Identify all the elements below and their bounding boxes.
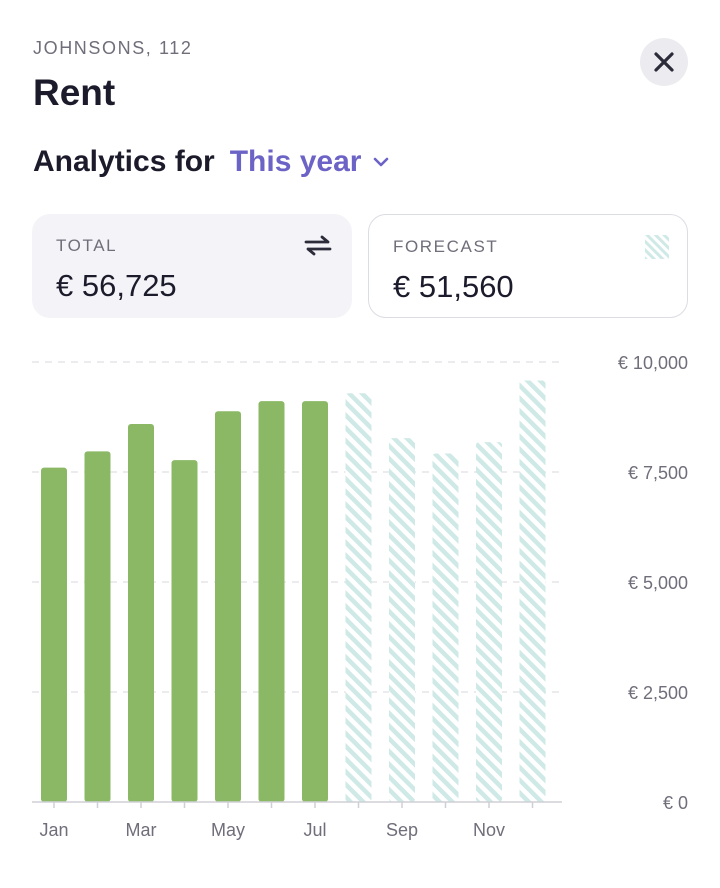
hatched-square-icon	[645, 235, 669, 259]
period-value: This year	[229, 145, 362, 178]
forecast-label: FORECAST	[393, 237, 499, 256]
forecast-bar	[389, 438, 415, 802]
actual-bar	[41, 467, 67, 802]
forecast-bar	[476, 442, 502, 802]
forecast-bar	[345, 393, 372, 802]
forecast-card[interactable]: FORECAST € 51,560	[368, 214, 688, 318]
analytics-heading: Analytics for This year	[33, 145, 389, 179]
close-icon	[654, 52, 674, 72]
page-title: Rent	[33, 72, 116, 113]
rent-bar-chart: € 0 € 2,500 € 5,000 € 7,500 € 10,000 Jan Mar Ma…	[32, 353, 688, 840]
forecast-value: € 51,560	[393, 269, 514, 304]
swap-arrows-icon[interactable]	[302, 234, 334, 256]
total-value: € 56,725	[56, 268, 177, 303]
forecast-bar	[519, 380, 546, 802]
x-tick-label: Jan	[39, 820, 68, 840]
x-tick-label: May	[211, 820, 245, 840]
actual-bar	[258, 401, 285, 802]
x-tick-label: Nov	[473, 820, 505, 840]
chevron-down-icon	[374, 157, 389, 167]
analytics-label: Analytics for	[33, 145, 215, 178]
x-tick-label: Sep	[386, 820, 418, 840]
actual-bar	[215, 411, 241, 802]
actual-bar	[302, 401, 328, 802]
property-subtitle: JOHNSONS, 112	[33, 38, 193, 58]
x-tick-label: Jul	[303, 820, 326, 840]
y-tick-label: € 2,500	[628, 683, 688, 703]
y-tick-label: € 7,500	[628, 463, 688, 483]
y-tick-label: € 10,000	[618, 353, 688, 373]
y-tick-label: € 0	[663, 793, 688, 813]
total-label: TOTAL	[56, 236, 118, 255]
close-button[interactable]	[640, 38, 688, 86]
period-dropdown[interactable]: This year	[230, 145, 390, 179]
x-tick-label: Mar	[126, 820, 157, 840]
y-tick-label: € 5,000	[628, 573, 688, 593]
total-card[interactable]: TOTAL € 56,725	[32, 214, 352, 318]
forecast-bar	[432, 453, 459, 802]
actual-bar	[128, 424, 154, 802]
actual-bar	[84, 451, 111, 802]
actual-bar	[171, 460, 198, 802]
